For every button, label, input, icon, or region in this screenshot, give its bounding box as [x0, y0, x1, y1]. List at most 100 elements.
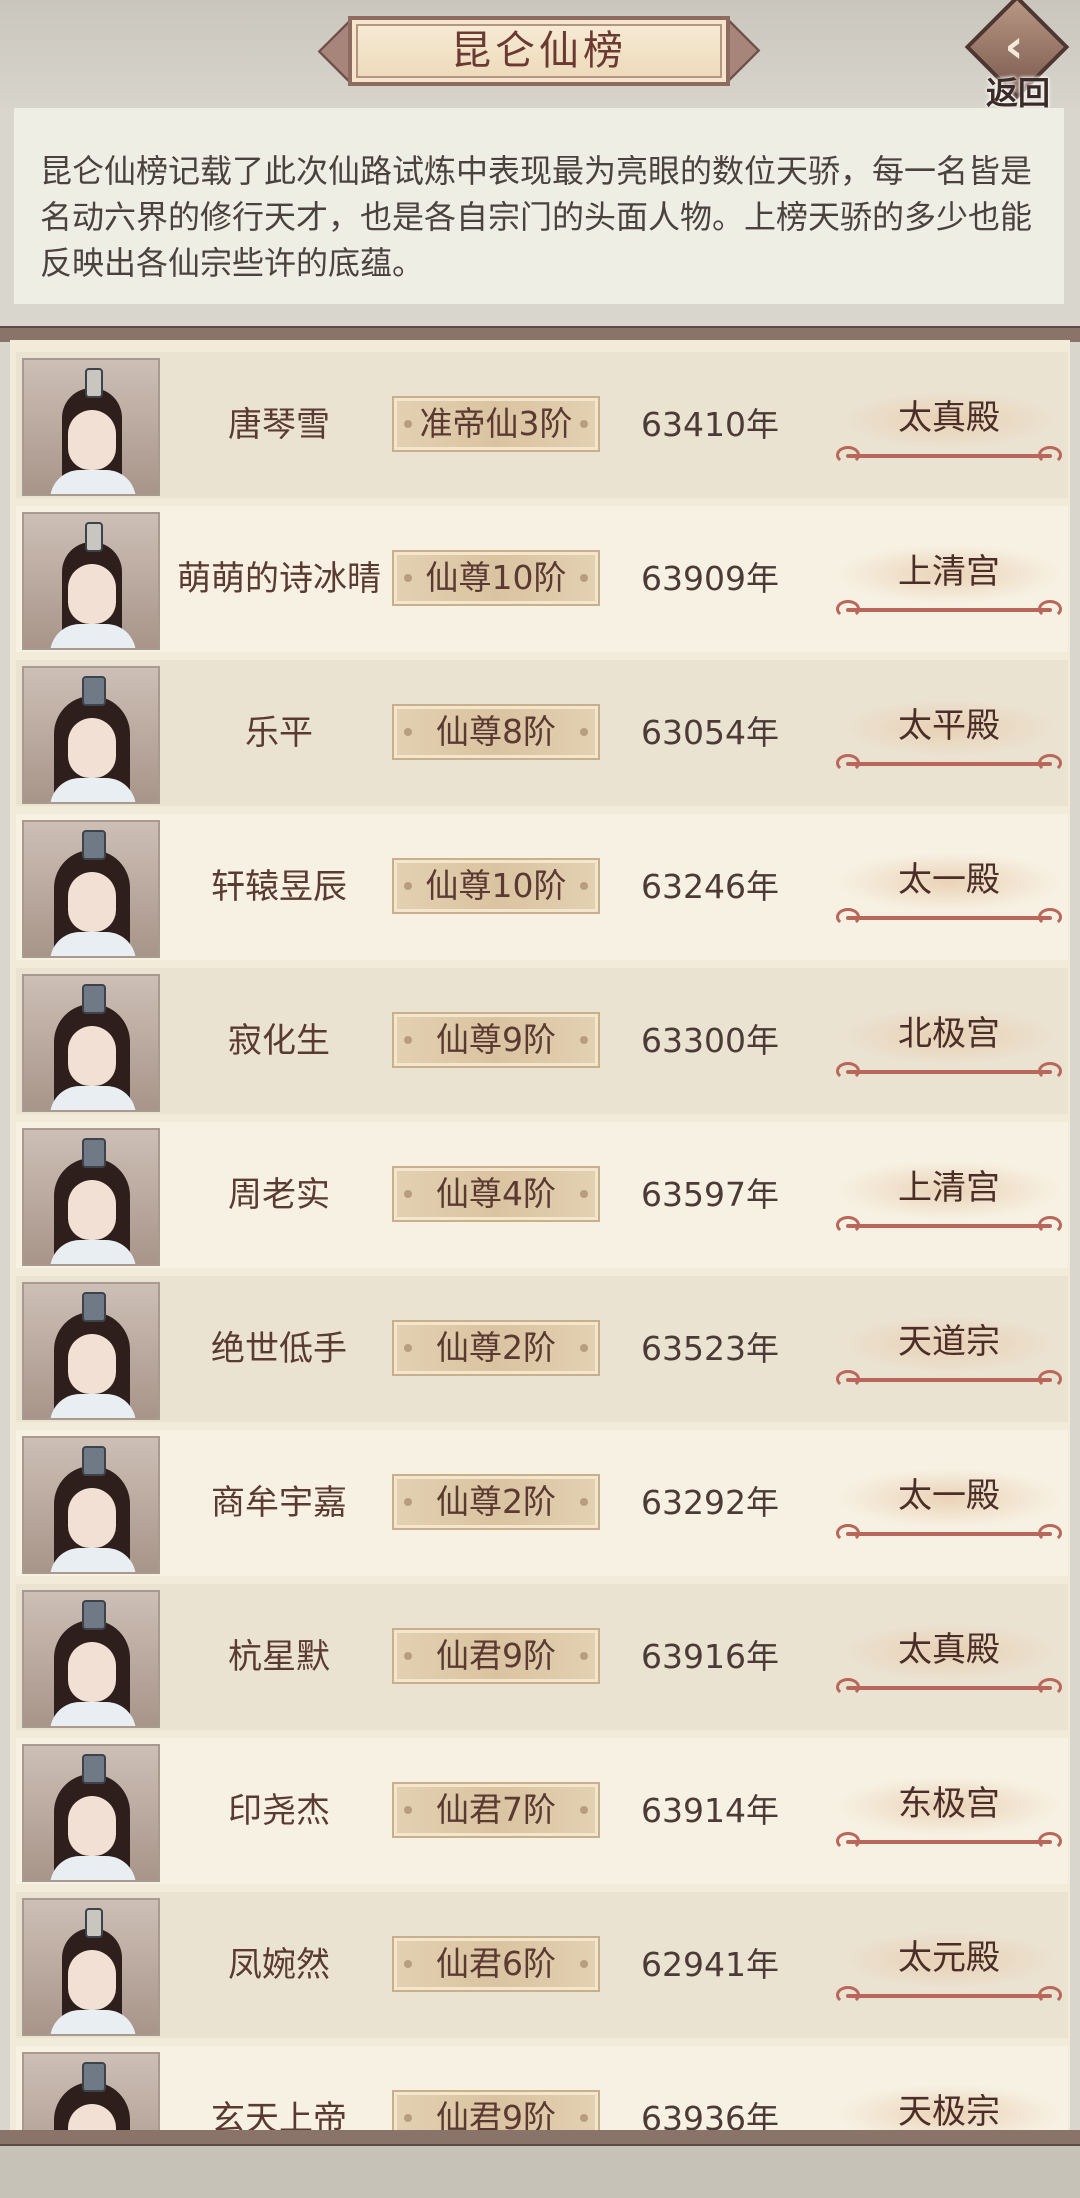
- avatar-crown: [82, 1446, 106, 1476]
- ranking-row[interactable]: 寂化生 仙尊9阶 63300年 北极宫: [16, 968, 1068, 1114]
- player-age: 63246年: [641, 867, 779, 906]
- player-age: 63054年: [641, 713, 779, 752]
- sect-label: 太一殿: [836, 844, 1062, 930]
- sect-name: 天道宗: [898, 1322, 1000, 1362]
- sect-label: 上清宫: [836, 536, 1062, 622]
- ranking-row[interactable]: 印尧杰 仙君7阶 63914年 东极宫: [16, 1738, 1068, 1884]
- player-name: 乐平: [245, 713, 313, 753]
- sect-label: 太元殿: [836, 1922, 1062, 2008]
- ranking-row[interactable]: 周老实 仙尊4阶 63597年 上清宫: [16, 1122, 1068, 1268]
- sect-curl-left: [836, 1062, 860, 1080]
- player-name: 轩辕昱辰: [211, 867, 347, 907]
- avatar[interactable]: [22, 1744, 160, 1882]
- sect-curl-left: [836, 1524, 860, 1542]
- sect-curl-left: [836, 908, 860, 926]
- player-age: 63523年: [641, 1329, 779, 1368]
- avatar-face: [68, 1950, 116, 2010]
- sect-name: 东极宫: [898, 1784, 1000, 1824]
- cultivation-rank: 仙君9阶: [436, 1636, 556, 1675]
- ranking-row[interactable]: 绝世低手 仙尊2阶 63523年 天道宗: [16, 1276, 1068, 1422]
- sect-underline: [846, 1686, 1052, 1690]
- player-age: 63597年: [641, 1175, 779, 1214]
- cultivation-rank: 仙尊4阶: [436, 1174, 556, 1213]
- sect-label: 太真殿: [836, 382, 1062, 468]
- sect-underline: [846, 1994, 1052, 1998]
- avatar-face: [68, 872, 116, 932]
- ranking-row[interactable]: 唐琴雪 准帝仙3阶 63410年 太真殿: [16, 352, 1068, 498]
- avatar-crown: [85, 1908, 103, 1938]
- ranking-list[interactable]: 唐琴雪 准帝仙3阶 63410年 太真殿 萌萌的诗冰晴 仙尊10阶 63909年: [10, 340, 1070, 2130]
- avatar[interactable]: [22, 666, 160, 804]
- cultivation-rank-badge: 仙尊2阶: [392, 1320, 600, 1376]
- avatar-crown: [85, 368, 103, 398]
- avatar-face: [68, 410, 116, 470]
- ranking-row[interactable]: 杭星默 仙君9阶 63916年 太真殿: [16, 1584, 1068, 1730]
- cultivation-rank: 仙君9阶: [436, 2098, 556, 2130]
- avatar-face: [68, 1488, 116, 1548]
- cultivation-rank-badge: 仙君7阶: [392, 1782, 600, 1838]
- sect-underline: [846, 1840, 1052, 1844]
- description-panel: 昆仑仙榜记载了此次仙路试炼中表现最为亮眼的数位天骄，每一名皆是名动六界的修行天才…: [14, 108, 1064, 304]
- player-name: 凤婉然: [228, 1945, 330, 1985]
- cultivation-rank: 仙尊2阶: [436, 1482, 556, 1521]
- cultivation-rank: 准帝仙3阶: [419, 404, 573, 443]
- sect-name: 太真殿: [898, 1630, 1000, 1670]
- avatar-crown: [82, 1600, 106, 1630]
- avatar-crown: [82, 1754, 106, 1784]
- sect-label: 天道宗: [836, 1306, 1062, 1392]
- avatar[interactable]: [22, 1590, 160, 1728]
- sect-curl-right: [1038, 600, 1062, 618]
- cultivation-rank: 仙尊10阶: [425, 558, 567, 597]
- ranking-row[interactable]: 凤婉然 仙君6阶 62941年 太元殿: [16, 1892, 1068, 2038]
- sect-underline: [846, 762, 1052, 766]
- player-name: 唐琴雪: [228, 405, 330, 445]
- player-age: 63916年: [641, 1637, 779, 1676]
- cultivation-rank: 仙尊10阶: [425, 866, 567, 905]
- sect-label: 上清宫: [836, 1152, 1062, 1238]
- player-age: 63914年: [641, 1791, 779, 1830]
- avatar[interactable]: [22, 820, 160, 958]
- player-age: 62941年: [641, 1945, 779, 1984]
- ranking-row[interactable]: 乐平 仙尊8阶 63054年 太平殿: [16, 660, 1068, 806]
- avatar[interactable]: [22, 974, 160, 1112]
- avatar-face: [68, 1796, 116, 1856]
- avatar[interactable]: [22, 1898, 160, 2036]
- cultivation-rank-badge: 仙君9阶: [392, 2090, 600, 2130]
- sect-curl-left: [836, 1216, 860, 1234]
- avatar-robe: [50, 624, 136, 648]
- back-arrow-icon: ‹: [1004, 19, 1024, 73]
- sect-label: 北极宫: [836, 998, 1062, 1084]
- avatar[interactable]: [22, 358, 160, 496]
- avatar[interactable]: [22, 1282, 160, 1420]
- player-name: 商牟宇嘉: [211, 1483, 347, 1523]
- cultivation-rank: 仙尊8阶: [436, 712, 556, 751]
- cultivation-rank-badge: 仙君9阶: [392, 1628, 600, 1684]
- ranking-row[interactable]: 商牟宇嘉 仙尊2阶 63292年 太一殿: [16, 1430, 1068, 1576]
- player-age: 63936年: [641, 2099, 779, 2130]
- player-name: 寂化生: [228, 1021, 330, 1061]
- avatar-face: [68, 718, 116, 778]
- sect-curl-right: [1038, 1524, 1062, 1542]
- list-bottom-border: [0, 2130, 1080, 2146]
- ranking-row[interactable]: 萌萌的诗冰晴 仙尊10阶 63909年 上清宫: [16, 506, 1068, 652]
- sect-curl-right: [1038, 908, 1062, 926]
- avatar[interactable]: [22, 2052, 160, 2130]
- avatar[interactable]: [22, 512, 160, 650]
- cultivation-rank-badge: 仙君6阶: [392, 1936, 600, 1992]
- sect-name: 天极宗: [898, 2092, 1000, 2130]
- sect-underline: [846, 1378, 1052, 1382]
- cultivation-rank-badge: 准帝仙3阶: [392, 396, 600, 452]
- description-text: 昆仑仙榜记载了此次仙路试炼中表现最为亮眼的数位天骄，每一名皆是名动六界的修行天才…: [40, 152, 1033, 282]
- avatar[interactable]: [22, 1128, 160, 1266]
- page-title: 昆仑仙榜: [451, 28, 627, 74]
- sect-name: 上清宫: [898, 1168, 1000, 1208]
- sect-name: 太元殿: [898, 1938, 1000, 1978]
- ranking-row[interactable]: 轩辕昱辰 仙尊10阶 63246年 太一殿: [16, 814, 1068, 960]
- cultivation-rank-badge: 仙尊8阶: [392, 704, 600, 760]
- sect-underline: [846, 1532, 1052, 1536]
- ranking-row[interactable]: 玄天上帝 仙君9阶 63936年 天极宗: [16, 2046, 1068, 2130]
- avatar[interactable]: [22, 1436, 160, 1574]
- back-button[interactable]: ‹ 返回: [958, 0, 1076, 112]
- avatar-crown: [82, 830, 106, 860]
- avatar-face: [68, 564, 116, 624]
